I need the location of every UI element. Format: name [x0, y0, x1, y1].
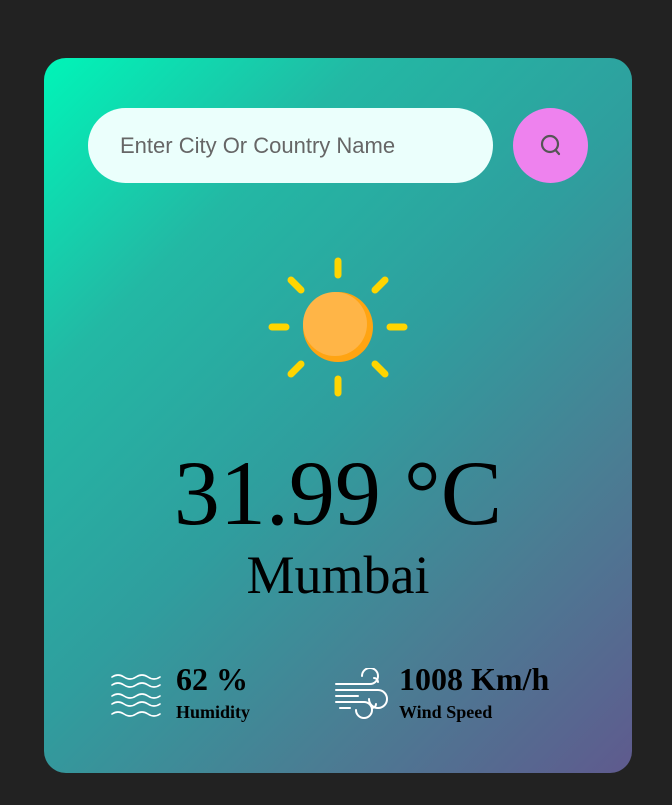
- humidity-waves-icon: [111, 674, 161, 717]
- wind-icon: [335, 668, 388, 719]
- city-name: Mumbai: [246, 545, 430, 605]
- search-icon: [540, 134, 560, 155]
- wind-speed-value: 1008 Km/h: [399, 661, 550, 697]
- temperature: 31.99 °C: [173, 442, 503, 544]
- search-button[interactable]: [513, 108, 588, 183]
- sun-icon: [268, 257, 408, 397]
- humidity-label: Humidity: [176, 702, 251, 722]
- weather-card: 31.99 °C Mumbai 62 % Humidity 1008 Km/h …: [44, 58, 632, 773]
- humidity-value: 62 %: [176, 661, 248, 697]
- search-input[interactable]: [88, 108, 493, 183]
- wind-speed-label: Wind Speed: [399, 702, 493, 722]
